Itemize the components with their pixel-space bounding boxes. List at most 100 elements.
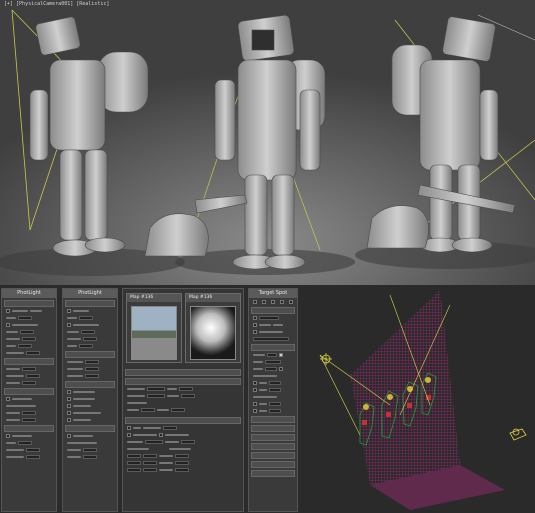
outer-radius-field[interactable] [175,454,189,458]
spotlight-parameters-rollout[interactable] [251,416,295,423]
modifier-icon[interactable] [262,300,266,304]
tint-color-swatch[interactable] [147,394,165,398]
far-show-checkbox[interactable] [253,409,257,413]
atmospheres-effects-rollout[interactable] [251,452,295,459]
configure-icon[interactable] [289,300,293,304]
options-rollout[interactable] [65,381,115,388]
type-dropdown[interactable] [18,316,32,320]
pin-icon[interactable] [253,300,257,304]
intensity-rollout[interactable] [251,344,295,351]
offset-w-field[interactable] [127,468,141,472]
target-radius-field[interactable] [26,455,40,459]
wireframe-viewport[interactable] [300,285,535,513]
use-texture-checkbox[interactable] [67,434,71,438]
half-length-field[interactable] [85,360,99,364]
gamma-field[interactable] [171,408,185,412]
multiplier-field[interactable] [22,337,36,341]
decay-start-field[interactable] [265,367,277,371]
w-size-field[interactable] [85,374,99,378]
multiplier-field[interactable] [267,353,277,357]
distribution-dropdown[interactable] [81,330,95,334]
viewport-label[interactable]: [+] [PhysicalCamera001] [Realistic] [4,1,109,7]
remove-icon[interactable] [280,300,284,304]
adaptiveness-field[interactable] [83,455,97,459]
targeted-checkbox[interactable] [6,323,10,327]
base-map-field[interactable] [179,387,193,391]
base-color-swatch[interactable] [147,387,165,391]
tiling-w-field[interactable] [143,468,157,472]
hot-spot-radio[interactable] [127,433,131,437]
color-dropdown[interactable] [18,344,32,348]
light-type-dropdown[interactable] [259,316,279,320]
near-end-field[interactable] [269,388,281,392]
map-toolbar[interactable] [125,369,241,376]
near-show-checkbox[interactable] [253,388,257,392]
light-color-swatch[interactable] [279,353,283,357]
softness-field[interactable] [175,468,189,472]
general-parameters-rollout[interactable] [251,307,295,314]
light-on-checkbox[interactable] [253,316,257,320]
distribution-dropdown[interactable] [20,330,34,334]
temperature-field[interactable] [26,351,40,355]
shadow-type-dropdown[interactable] [253,337,289,341]
map-window-2[interactable]: Map #136 [185,293,241,363]
near-start-field[interactable] [269,381,281,385]
resolution-field[interactable] [22,411,36,415]
hot-spot-rollout[interactable] [125,417,241,424]
options-rollout[interactable] [4,425,54,432]
tiling-field[interactable] [143,454,157,458]
offset-field[interactable] [127,454,141,458]
shadows-on-checkbox[interactable] [253,330,257,334]
ignore-light-normals-checkbox[interactable] [67,411,71,415]
near-use-checkbox[interactable] [253,381,257,385]
cutoff-field[interactable] [22,381,36,385]
sampling-rollout[interactable] [4,358,54,365]
spherical-checkbox[interactable] [6,434,10,438]
radius-field[interactable] [26,448,40,452]
textures-rollout[interactable] [65,425,115,432]
far-use-checkbox[interactable] [253,402,257,406]
color-dropdown[interactable] [79,344,93,348]
on-checkbox[interactable] [67,309,71,313]
size-rollout[interactable] [65,351,115,358]
offset-v-field[interactable] [127,461,141,465]
multiplier-field[interactable] [83,337,97,341]
hotspot-multiplier-field[interactable] [163,426,177,430]
shadow-map-params-rollout[interactable] [251,443,295,450]
perspective-viewport[interactable]: [+] [PhysicalCamera001] [Realistic] [0,0,535,285]
far-start-field[interactable] [269,402,281,406]
multiplier-field[interactable] [141,408,155,412]
light-shader-rollout[interactable] [251,470,295,477]
advanced-effects-rollout[interactable] [251,425,295,432]
tiling-v-field[interactable] [143,461,157,465]
textures-rollout[interactable] [4,388,54,395]
show-checkbox[interactable] [279,367,283,371]
base-parameters-rollout[interactable] [125,378,241,385]
targeted-checkbox[interactable] [253,323,257,327]
targeted-checkbox[interactable] [67,323,71,327]
strength-field-2[interactable] [181,440,195,444]
type-dropdown[interactable] [79,316,93,320]
inner-radius-field[interactable] [175,461,189,465]
shadow-parameters-rollout[interactable] [251,434,295,441]
map-window-1[interactable]: Map #136 [126,293,182,363]
decay-type-dropdown[interactable] [265,360,281,364]
indirect-illumination-rollout[interactable] [251,461,295,468]
decay-field[interactable] [18,441,32,445]
on-checkbox[interactable] [127,426,131,430]
use-texture-checkbox[interactable] [6,397,10,401]
on-checkbox[interactable] [6,309,10,313]
parameters-rollout[interactable] [4,300,54,307]
dark-spot-radio[interactable] [159,433,163,437]
parameters-rollout[interactable] [65,300,115,307]
subdivs-field[interactable] [22,367,36,371]
tint-swatch[interactable] [145,440,163,444]
strength-field[interactable] [181,394,195,398]
half-width-field[interactable] [85,367,99,371]
invisible-checkbox[interactable] [67,404,71,408]
resolution-field[interactable] [83,448,97,452]
cast-shadows-checkbox[interactable] [67,390,71,394]
unique-icon[interactable] [271,300,275,304]
far-end-field[interactable] [269,409,281,413]
no-decay-checkbox[interactable] [67,418,71,422]
